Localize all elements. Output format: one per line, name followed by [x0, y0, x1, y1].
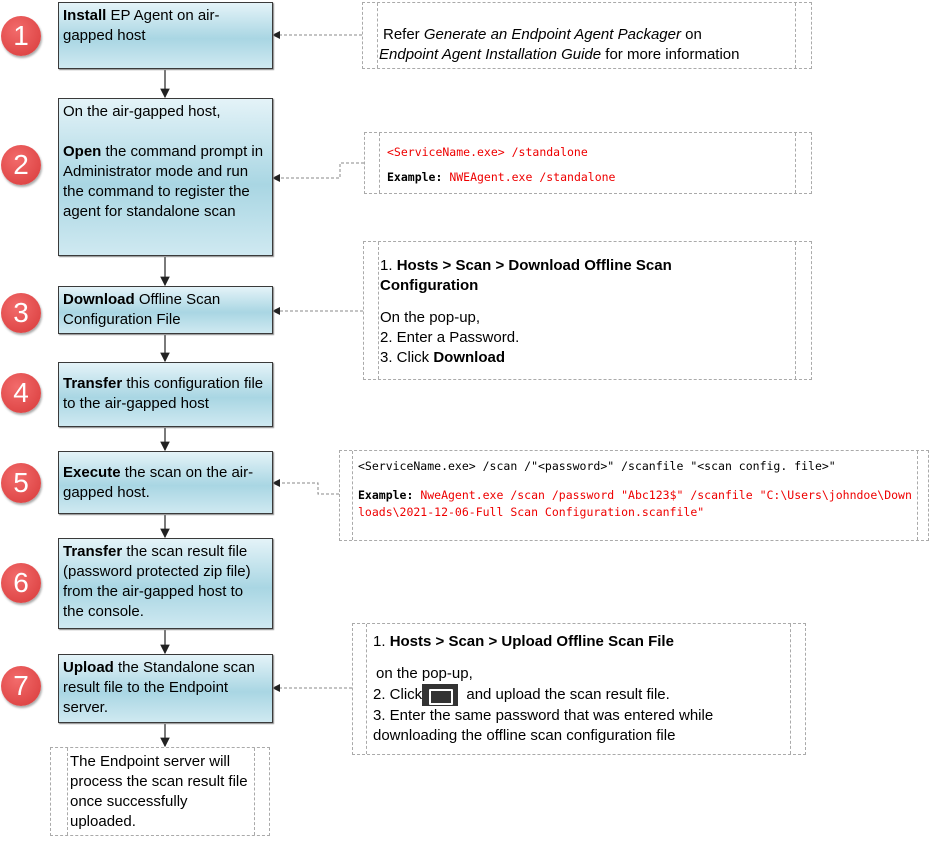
step-badge: 1 [1, 16, 41, 56]
note-upload-file: 1. Hosts > Scan > Upload Offline Scan Fi… [352, 623, 806, 755]
note-connector [272, 162, 364, 182]
note-download-config: 1. Hosts > Scan > Download Offline Scan … [363, 241, 812, 380]
step-action: Execute [63, 464, 121, 481]
step-badge: 7 [1, 666, 41, 706]
standalone-scan-flow: 1 Install EP Agent on air-gapped host 2 … [0, 0, 930, 841]
step-1-box: Install EP Agent on air-gapped host [58, 2, 273, 69]
note-scan-command: <ServiceName.exe> /scan /"<password>" /s… [339, 450, 929, 541]
step-2-box: On the air-gapped host, Open the command … [58, 98, 273, 256]
note-register-command: <ServiceName.exe> /standalone Example: NW… [364, 132, 812, 194]
command-example: NweAgent.exe /scan /password "Abc123$" /… [358, 488, 912, 519]
final-note: The Endpoint server will process the sca… [50, 747, 270, 836]
step-4-box: Transfer this configuration file to the … [58, 362, 273, 427]
step-badge: 6 [1, 563, 41, 603]
step-text: On the air-gapped host, [63, 103, 221, 120]
step-badge: 4 [1, 373, 41, 413]
step-badge: 2 [1, 145, 41, 185]
step-5-box: Execute the scan on the air-gapped host. [58, 451, 273, 514]
step-badge: 3 [1, 293, 41, 333]
note-connector [272, 479, 339, 495]
step-7-box: Upload the Standalone scan result file t… [58, 654, 273, 723]
folder-open-icon[interactable] [422, 684, 459, 706]
command-text: <ServiceName.exe> /standalone [387, 145, 588, 159]
step-6-box: Transfer the scan result file (password … [58, 538, 273, 629]
note-install: Refer Generate an Endpoint Agent Package… [362, 2, 812, 69]
step-action: Transfer [63, 543, 123, 560]
step-3-box: Download Offline Scan Configuration File [58, 286, 273, 334]
command-example: NWEAgent.exe /standalone [442, 170, 616, 184]
step-badge: 5 [1, 463, 41, 503]
step-action: Upload [63, 659, 114, 676]
step-action: Open [63, 143, 102, 160]
final-text: The Endpoint server will process the sca… [70, 753, 248, 830]
step-action: Transfer [63, 375, 123, 392]
step-action: Download [63, 291, 135, 308]
command-text: <ServiceName.exe> /scan /"<password>" /s… [358, 459, 836, 473]
step-action: Install [63, 7, 107, 24]
